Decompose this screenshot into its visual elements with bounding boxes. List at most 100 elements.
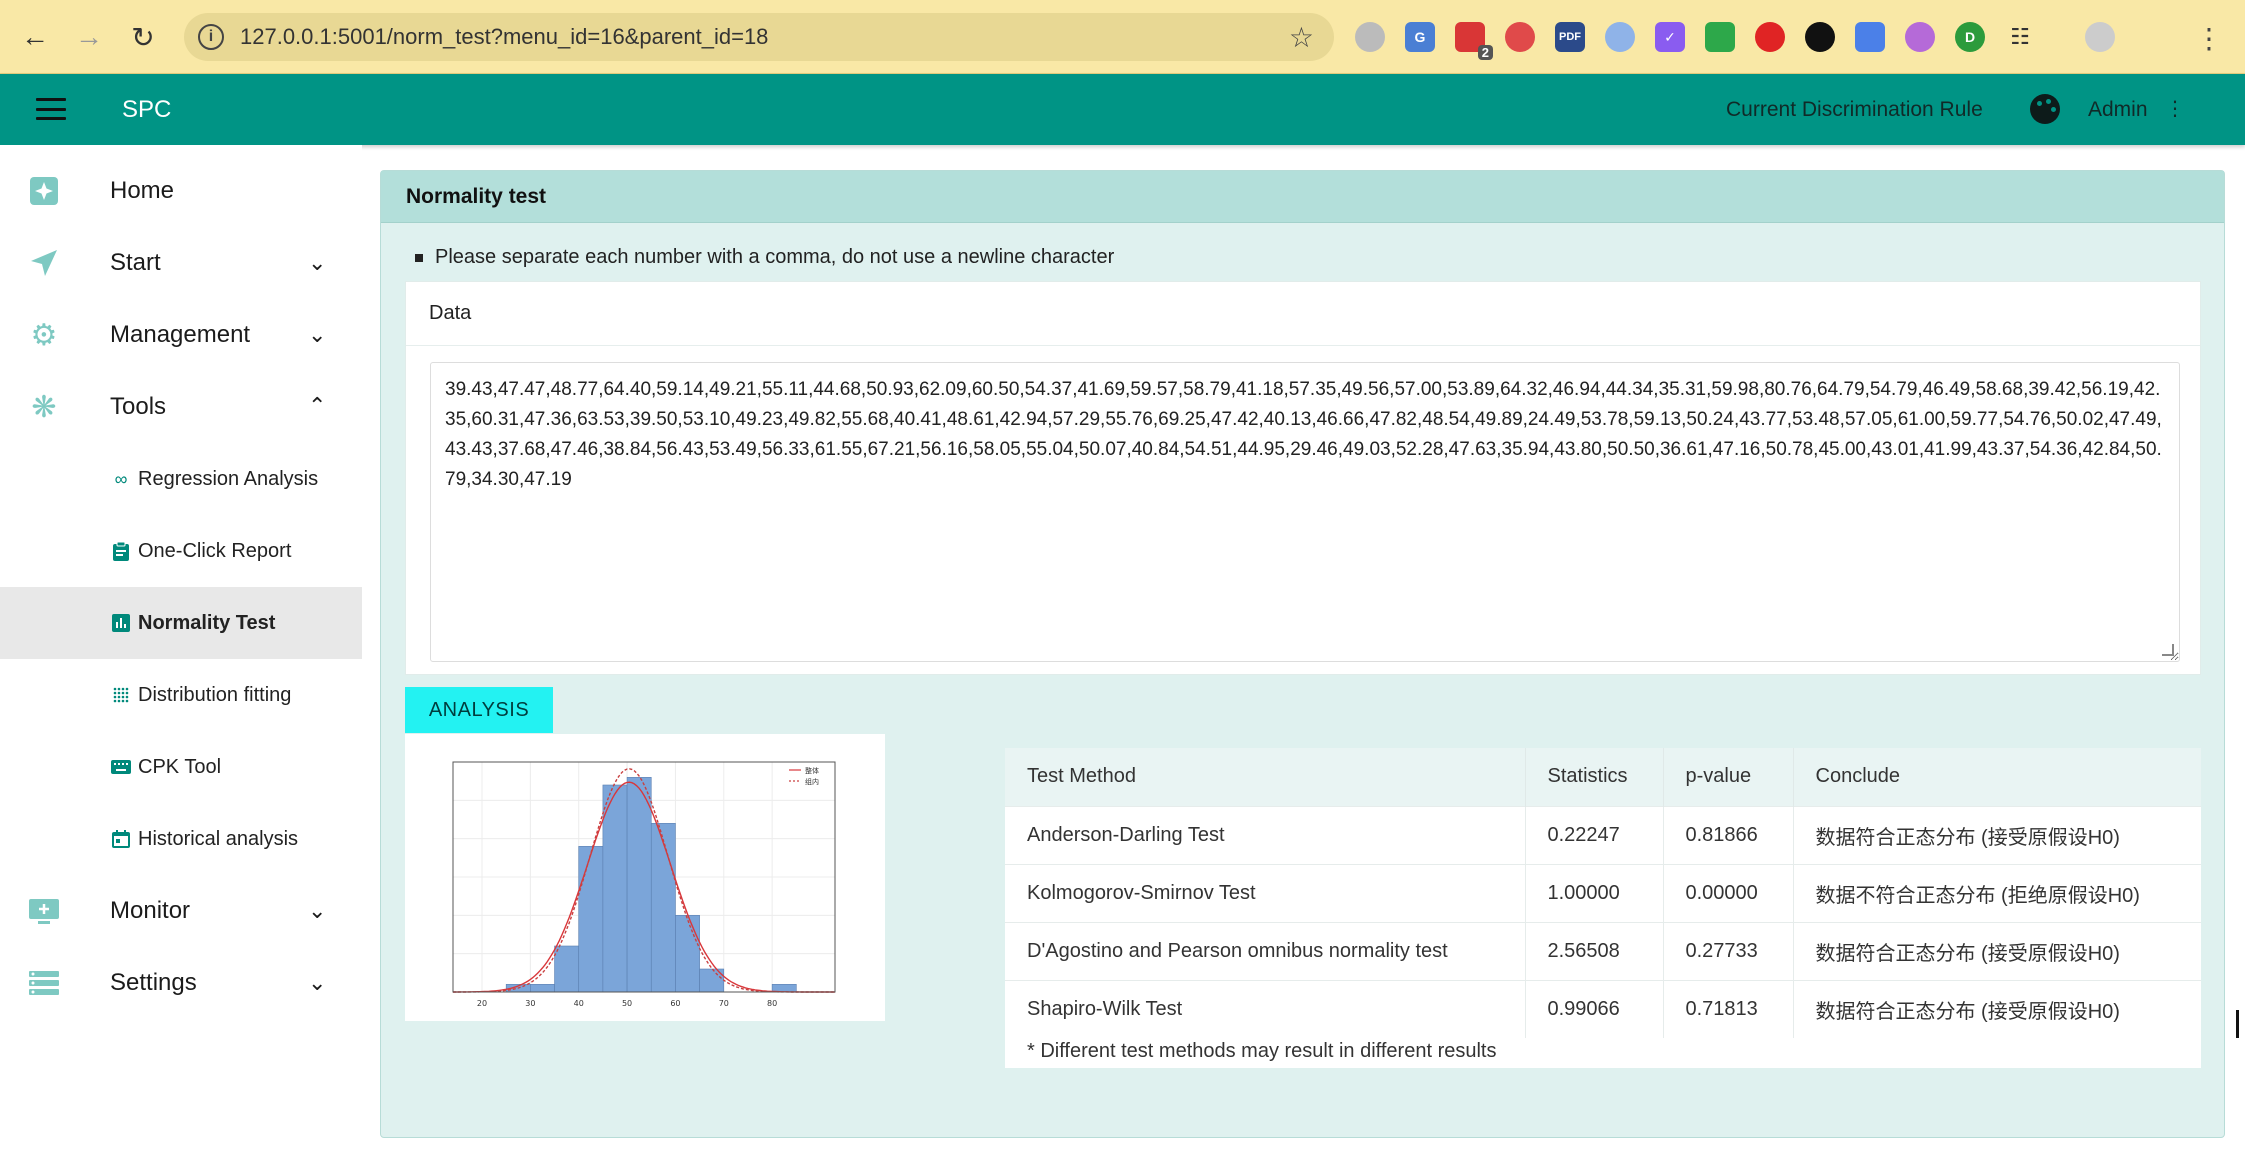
sidebar-item-label: Monitor (110, 897, 191, 924)
check-extension-icon[interactable]: ✓ (1655, 22, 1685, 52)
x-tick-label: 50 (622, 999, 632, 1008)
data-textarea[interactable]: 39.43,47.47,48.77,64.40,59.14,49.21,55.1… (430, 362, 2180, 662)
sync-extension-icon[interactable] (1855, 22, 1885, 52)
shield-extension-icon[interactable] (1605, 22, 1635, 52)
sidebar-subitem-cpk-tool[interactable]: CPK Tool (0, 731, 362, 803)
sidebar-subitem-label: Normality Test (138, 611, 276, 634)
card-divider (406, 345, 2200, 346)
table-cell: 0.81866 (1663, 805, 1794, 864)
d-extension-icon[interactable]: D (1955, 22, 1985, 52)
sidebar-item-label: Home (110, 177, 175, 204)
table-row: Anderson-Darling Test 0.22247 0.81866 数据… (1005, 805, 2201, 864)
legend-label: 整体 (805, 766, 819, 775)
sidebar-subitem-normality-test[interactable]: Normality Test (0, 587, 362, 659)
table-cell: 0.22247 (1525, 805, 1664, 864)
bullet-icon (415, 253, 423, 262)
results-table: Test Method Statistics p-value Conclude … (1005, 748, 2201, 1038)
legend-label: 组内 (805, 777, 819, 786)
sidebar-item-settings[interactable]: Settings ⌄ (0, 947, 362, 1019)
chevron-down-icon: ⌄ (308, 322, 327, 347)
page-title: Normality test (406, 185, 547, 208)
column-header: Test Method (1005, 748, 1526, 806)
sidebar-item-label: Tools (110, 393, 167, 420)
bookmark-star-icon[interactable]: ☆ (1289, 21, 1314, 54)
pdf-extension-icon[interactable]: PDF (1555, 22, 1585, 52)
table-cell: Shapiro-Wilk Test (1005, 979, 1526, 1038)
x-tick-label: 30 (525, 999, 535, 1008)
keyboard-icon (110, 756, 132, 778)
puzzle-icon[interactable]: ☷ (2005, 22, 2035, 52)
block-extension-icon[interactable] (1505, 22, 1535, 52)
history-extension-icon[interactable] (1905, 22, 1935, 52)
calendar-extension-icon[interactable]: 2 (1455, 22, 1493, 60)
circle-extension-icon[interactable] (1355, 22, 1385, 52)
sidebar-subitem-historical-analysis[interactable]: Historical analysis (0, 803, 362, 875)
profile-avatar[interactable] (2085, 22, 2115, 52)
sidebar-subitem-label: CPK Tool (138, 755, 222, 778)
url-text[interactable]: 127.0.0.1:5001/norm_test?menu_id=16&pare… (240, 24, 768, 50)
app-title: SPC (122, 96, 172, 123)
address-bar[interactable]: i 127.0.0.1:5001/norm_test?menu_id=16&pa… (184, 13, 1334, 61)
column-header: Conclude (1793, 748, 2201, 806)
sidebar: Home Start ⌄ ⚙ Management ⌄ ❋ Tools ⌃ ∞ … (0, 145, 362, 1157)
histogram-bar (578, 846, 604, 993)
browser-chrome: ← → ↻ i 127.0.0.1:5001/norm_test?menu_id… (0, 0, 2245, 74)
scrollbar-marker[interactable] (2236, 1010, 2239, 1038)
sidebar-subitem-one-click-report[interactable]: One-Click Report (0, 515, 362, 587)
grid-dots-icon (110, 684, 132, 706)
sidebar-item-management[interactable]: ⚙ Management ⌄ (0, 299, 362, 371)
hint-text: Please separate each number with a comma… (435, 246, 1115, 268)
sidebar-item-tools[interactable]: ❋ Tools ⌃ (0, 371, 362, 443)
data-card: Data 39.43,47.47,48.77,64.40,59.14,49.21… (405, 281, 2201, 675)
more-vert-icon[interactable]: ⋮ (2165, 96, 2185, 121)
table-cell: 0.71813 (1663, 979, 1794, 1038)
app-header: SPC Current Discrimination Rule Admin ⋮ (0, 74, 2245, 145)
results-note: * Different test methods may result in d… (1027, 1040, 1497, 1062)
x-tick-label: 70 (719, 999, 729, 1008)
x-tick-label: 60 (670, 999, 680, 1008)
x-tick-label: 80 (767, 999, 777, 1008)
site-info-icon[interactable]: i (198, 24, 224, 50)
sidebar-item-label: Start (110, 249, 161, 276)
translate-extension-icon[interactable]: G (1405, 22, 1435, 52)
sidebar-item-monitor[interactable]: Monitor ⌄ (0, 875, 362, 947)
sidebar-subitem-regression-analysis[interactable]: ∞ Regression Analysis (0, 443, 362, 515)
histogram-bar (602, 784, 628, 993)
sidebar-subitem-label: One-Click Report (138, 539, 292, 562)
sidebar-item-label: Management (110, 321, 251, 348)
analysis-button[interactable]: ANALYSIS (405, 687, 553, 733)
sidebar-subitem-distribution-fitting[interactable]: Distribution fitting (0, 659, 362, 731)
browser-menu-icon[interactable]: ⋮ (2195, 22, 2223, 55)
extension-badge: 2 (1477, 45, 1493, 60)
sidebar-item-start[interactable]: Start ⌄ (0, 227, 362, 299)
chevron-down-icon: ⌄ (308, 250, 327, 275)
table-row: D'Agostino and Pearson omnibus normality… (1005, 921, 2201, 980)
calendar-icon (110, 828, 132, 850)
gear-icon: ⚙ (30, 318, 58, 352)
table-cell: 0.99066 (1525, 979, 1664, 1038)
sidebar-item-home[interactable]: Home (0, 155, 362, 227)
sidebar-subitem-label: Distribution fitting (138, 683, 292, 706)
reload-icon[interactable]: ↻ (126, 20, 160, 54)
stop-extension-icon[interactable] (1755, 22, 1785, 52)
hamburger-menu-icon[interactable] (36, 98, 66, 120)
bar-chart-icon (110, 612, 132, 634)
sidebar-subitem-label: Historical analysis (138, 827, 299, 850)
column-header: Statistics (1525, 748, 1664, 806)
tools-icon: ❋ (31, 390, 57, 424)
table-cell: 0.27733 (1663, 921, 1794, 980)
user-menu[interactable]: Admin (2088, 98, 2148, 122)
discrimination-rule-link[interactable]: Current Discrimination Rule (1726, 98, 1983, 122)
back-arrow-icon[interactable]: ← (18, 20, 52, 54)
clipboard-icon (110, 540, 132, 562)
leaf-extension-icon[interactable] (1705, 22, 1735, 52)
no-entry-extension-icon[interactable] (1805, 22, 1835, 52)
settings-list-icon (28, 967, 60, 999)
resize-handle-icon[interactable] (2162, 644, 2174, 656)
forward-arrow-icon[interactable]: → (72, 20, 106, 54)
palette-icon[interactable] (2030, 94, 2060, 124)
table-header-row: Test Method Statistics p-value Conclude (1005, 748, 2201, 806)
table-row: Shapiro-Wilk Test 0.99066 0.71813 数据符合正态… (1005, 979, 2201, 1038)
x-tick-label: 20 (477, 999, 487, 1008)
histogram-bar (650, 823, 676, 993)
